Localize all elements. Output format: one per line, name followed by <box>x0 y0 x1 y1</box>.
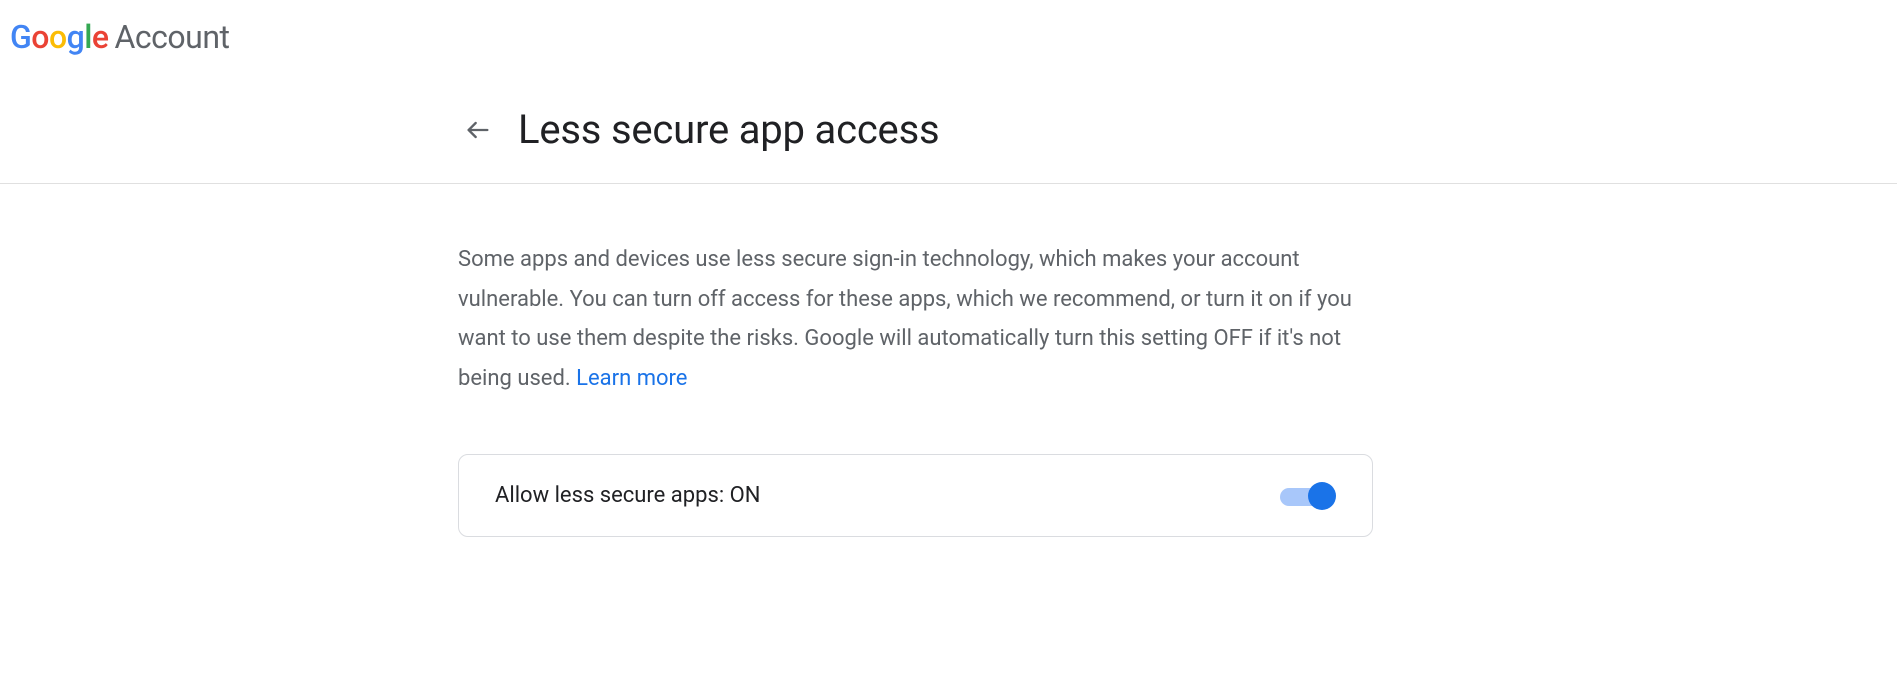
arrow-left-icon <box>464 116 492 144</box>
page-content: Some apps and devices use less secure si… <box>0 184 1385 537</box>
toggle-thumb <box>1308 482 1336 510</box>
page-description: Some apps and devices use less secure si… <box>458 240 1378 398</box>
page-title: Less secure app access <box>518 106 939 153</box>
setting-card: Allow less secure apps: ON <box>458 454 1373 537</box>
account-label: Account <box>115 18 230 56</box>
app-header: Google Account <box>0 0 1897 76</box>
back-button[interactable] <box>458 110 498 150</box>
allow-less-secure-toggle[interactable] <box>1280 484 1336 508</box>
page-title-row: Less secure app access <box>0 76 1897 184</box>
google-logo: Google Account <box>10 18 229 56</box>
learn-more-link[interactable]: Learn more <box>576 366 687 391</box>
setting-label: Allow less secure apps: ON <box>495 483 760 508</box>
